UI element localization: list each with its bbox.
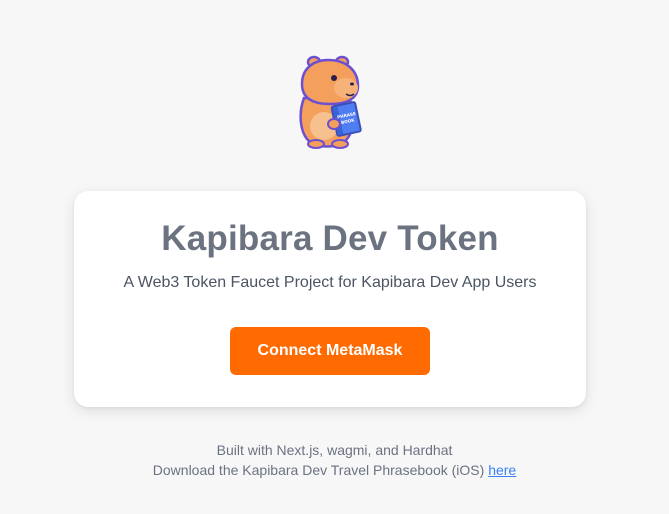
faucet-card: Kapibara Dev Token A Web3 Token Faucet P… [74, 191, 586, 407]
phrasebook-download-link[interactable]: here [488, 462, 516, 478]
built-with-text: Built with Next.js, wagmi, and Hardhat [216, 442, 453, 458]
download-line: Download the Kapibara Dev Travel Phraseb… [0, 460, 669, 480]
page-subtitle: A Web3 Token Faucet Project for Kapibara… [123, 274, 537, 291]
page-title: Kapibara Dev Token [161, 219, 499, 258]
download-text: Download the Kapibara Dev Travel Phraseb… [152, 462, 485, 478]
connect-metamask-button[interactable]: Connect MetaMask [230, 327, 430, 375]
footer: Built with Next.js, wagmi, and Hardhat D… [0, 440, 669, 480]
capybara-mascot-icon: PHRASE BOOK [299, 55, 362, 149]
